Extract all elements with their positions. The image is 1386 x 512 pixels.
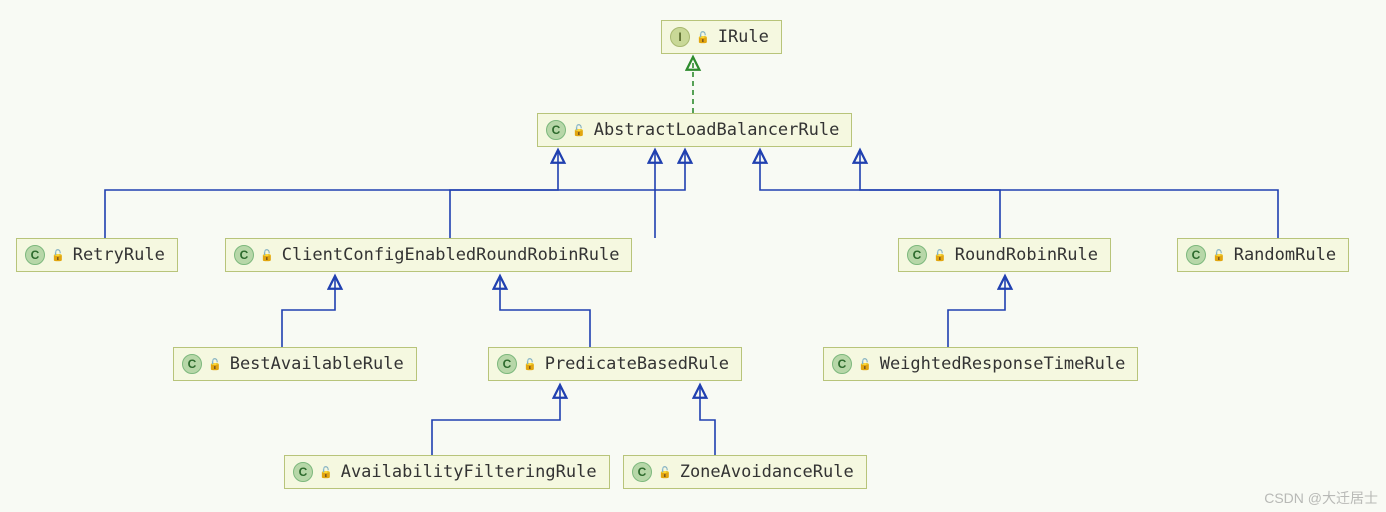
lock-icon: 🔓 — [523, 358, 537, 371]
node-bestavail: C 🔓 BestAvailableRule — [173, 347, 417, 381]
lock-icon: 🔓 — [260, 249, 274, 262]
lock-icon: 🔓 — [1212, 249, 1226, 262]
node-zoneavoid: C 🔓 ZoneAvoidanceRule — [623, 455, 867, 489]
class-icon: C — [832, 354, 852, 374]
lock-icon: 🔓 — [858, 358, 872, 371]
node-label: ClientConfigEnabledRoundRobinRule — [282, 245, 620, 265]
node-label: WeightedResponseTimeRule — [880, 354, 1126, 374]
node-label: AbstractLoadBalancerRule — [594, 120, 840, 140]
class-icon: C — [293, 462, 313, 482]
lock-icon: 🔓 — [933, 249, 947, 262]
node-label: PredicateBasedRule — [545, 354, 729, 374]
class-icon: C — [632, 462, 652, 482]
class-icon: C — [907, 245, 927, 265]
lock-icon: 🔓 — [319, 466, 333, 479]
class-icon: C — [25, 245, 45, 265]
node-predicate: C 🔓 PredicateBasedRule — [488, 347, 742, 381]
node-irule: I 🔓 IRule — [661, 20, 782, 54]
node-availfilt: C 🔓 AvailabilityFilteringRule — [284, 455, 610, 489]
node-label: ZoneAvoidanceRule — [680, 462, 854, 482]
node-random: C 🔓 RandomRule — [1177, 238, 1349, 272]
node-retry: C 🔓 RetryRule — [16, 238, 178, 272]
node-label: AvailabilityFilteringRule — [341, 462, 597, 482]
class-icon: C — [497, 354, 517, 374]
lock-icon: 🔓 — [696, 31, 710, 44]
lock-icon: 🔓 — [572, 124, 586, 137]
watermark-text: CSDN @大迁居士 — [1264, 488, 1378, 508]
interface-icon: I — [670, 27, 690, 47]
node-label: RetryRule — [73, 245, 165, 265]
node-label: IRule — [718, 27, 769, 47]
lock-icon: 🔓 — [208, 358, 222, 371]
node-label: BestAvailableRule — [230, 354, 404, 374]
node-label: RoundRobinRule — [955, 245, 1098, 265]
lock-icon: 🔓 — [658, 466, 672, 479]
node-abstract: C 🔓 AbstractLoadBalancerRule — [537, 113, 852, 147]
node-label: RandomRule — [1234, 245, 1336, 265]
class-icon: C — [234, 245, 254, 265]
class-icon: C — [1186, 245, 1206, 265]
node-clientcfg: C 🔓 ClientConfigEnabledRoundRobinRule — [225, 238, 632, 272]
lock-icon: 🔓 — [51, 249, 65, 262]
class-icon: C — [546, 120, 566, 140]
node-weighted: C 🔓 WeightedResponseTimeRule — [823, 347, 1138, 381]
class-icon: C — [182, 354, 202, 374]
node-roundrobin: C 🔓 RoundRobinRule — [898, 238, 1111, 272]
